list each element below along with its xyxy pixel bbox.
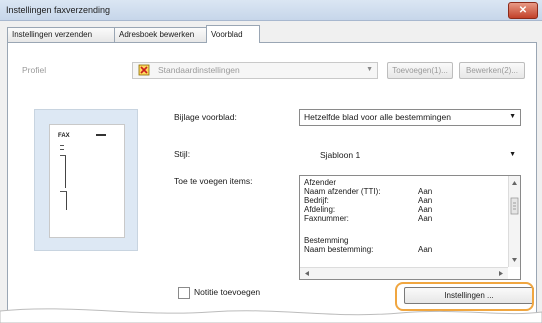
title-bar: Instellingen faxverzending ✕: [0, 0, 542, 21]
close-button[interactable]: ✕: [508, 2, 538, 19]
list-item: Naam afzender (TTI):: [304, 187, 381, 196]
add-profile-button[interactable]: Toevoegen(1)...: [387, 62, 453, 79]
preview-lines-icon: [60, 134, 106, 210]
tab-cover-sheet[interactable]: Voorblad: [206, 25, 260, 43]
items-label: Toe te voegen items:: [174, 176, 253, 186]
list-item-value: Aan: [418, 205, 433, 214]
window-title: Instellingen faxverzending: [6, 5, 111, 15]
cover-sheet-value: Hetzelfde blad voor alle bestemmingen: [304, 112, 451, 122]
list-item-value: Aan: [418, 245, 433, 254]
profile-label: Profiel: [22, 65, 47, 75]
torn-edge-decoration: [0, 308, 542, 323]
notes-checkbox-label: Notitie toevoegen: [194, 287, 261, 297]
tab-edit-address-book[interactable]: Adresboek bewerken: [114, 27, 214, 42]
list-item: Faxnummer:: [304, 214, 349, 223]
style-value: Sjabloon 1: [320, 150, 361, 160]
tab-send-settings[interactable]: Instellingen verzenden: [7, 27, 121, 42]
notes-checkbox[interactable]: [178, 287, 190, 299]
list-item-value: Aan: [418, 187, 433, 196]
list-item: Naam bestemming:: [304, 245, 374, 254]
edit-profile-button[interactable]: Bewerken(2)...: [459, 62, 525, 79]
profile-value: Standaardinstellingen: [158, 65, 240, 75]
list-item: Afdeling:: [304, 205, 336, 214]
cover-sheet-label: Bijlage voorblad:: [174, 112, 237, 122]
cover-sheet-select[interactable]: Hetzelfde blad voor alle bestemmingen ▼: [299, 109, 521, 126]
list-item-value: Aan: [418, 196, 433, 205]
list-item-value: Aan: [418, 214, 433, 223]
style-select[interactable]: Sjabloon 1 ▼: [299, 147, 521, 164]
profile-icon: [138, 64, 151, 76]
tab-panel: Profiel Standaardinstellingen ▼ Toevoege…: [7, 42, 537, 316]
chevron-down-icon: ▼: [509, 113, 516, 120]
preview-sheet: FAX: [49, 124, 125, 238]
chevron-down-icon: ▼: [509, 151, 516, 158]
profile-select[interactable]: Standaardinstellingen ▼: [132, 62, 378, 79]
list-item: Afzender: [304, 178, 337, 187]
horizontal-scrollbar[interactable]: [300, 267, 508, 279]
items-list[interactable]: Afzender Naam afzender (TTI): Aan Bedrij…: [299, 175, 521, 280]
chevron-down-icon: ▼: [366, 66, 373, 73]
vertical-scrollbar[interactable]: [508, 176, 520, 267]
style-label: Stijl:: [174, 149, 191, 159]
fax-settings-window: Instellingen faxverzending ✕ Instellinge…: [0, 0, 542, 323]
list-item: Bestemming: [304, 236, 349, 245]
list-item: Bedrijf:: [304, 196, 329, 205]
cover-sheet-preview: FAX: [34, 109, 138, 251]
